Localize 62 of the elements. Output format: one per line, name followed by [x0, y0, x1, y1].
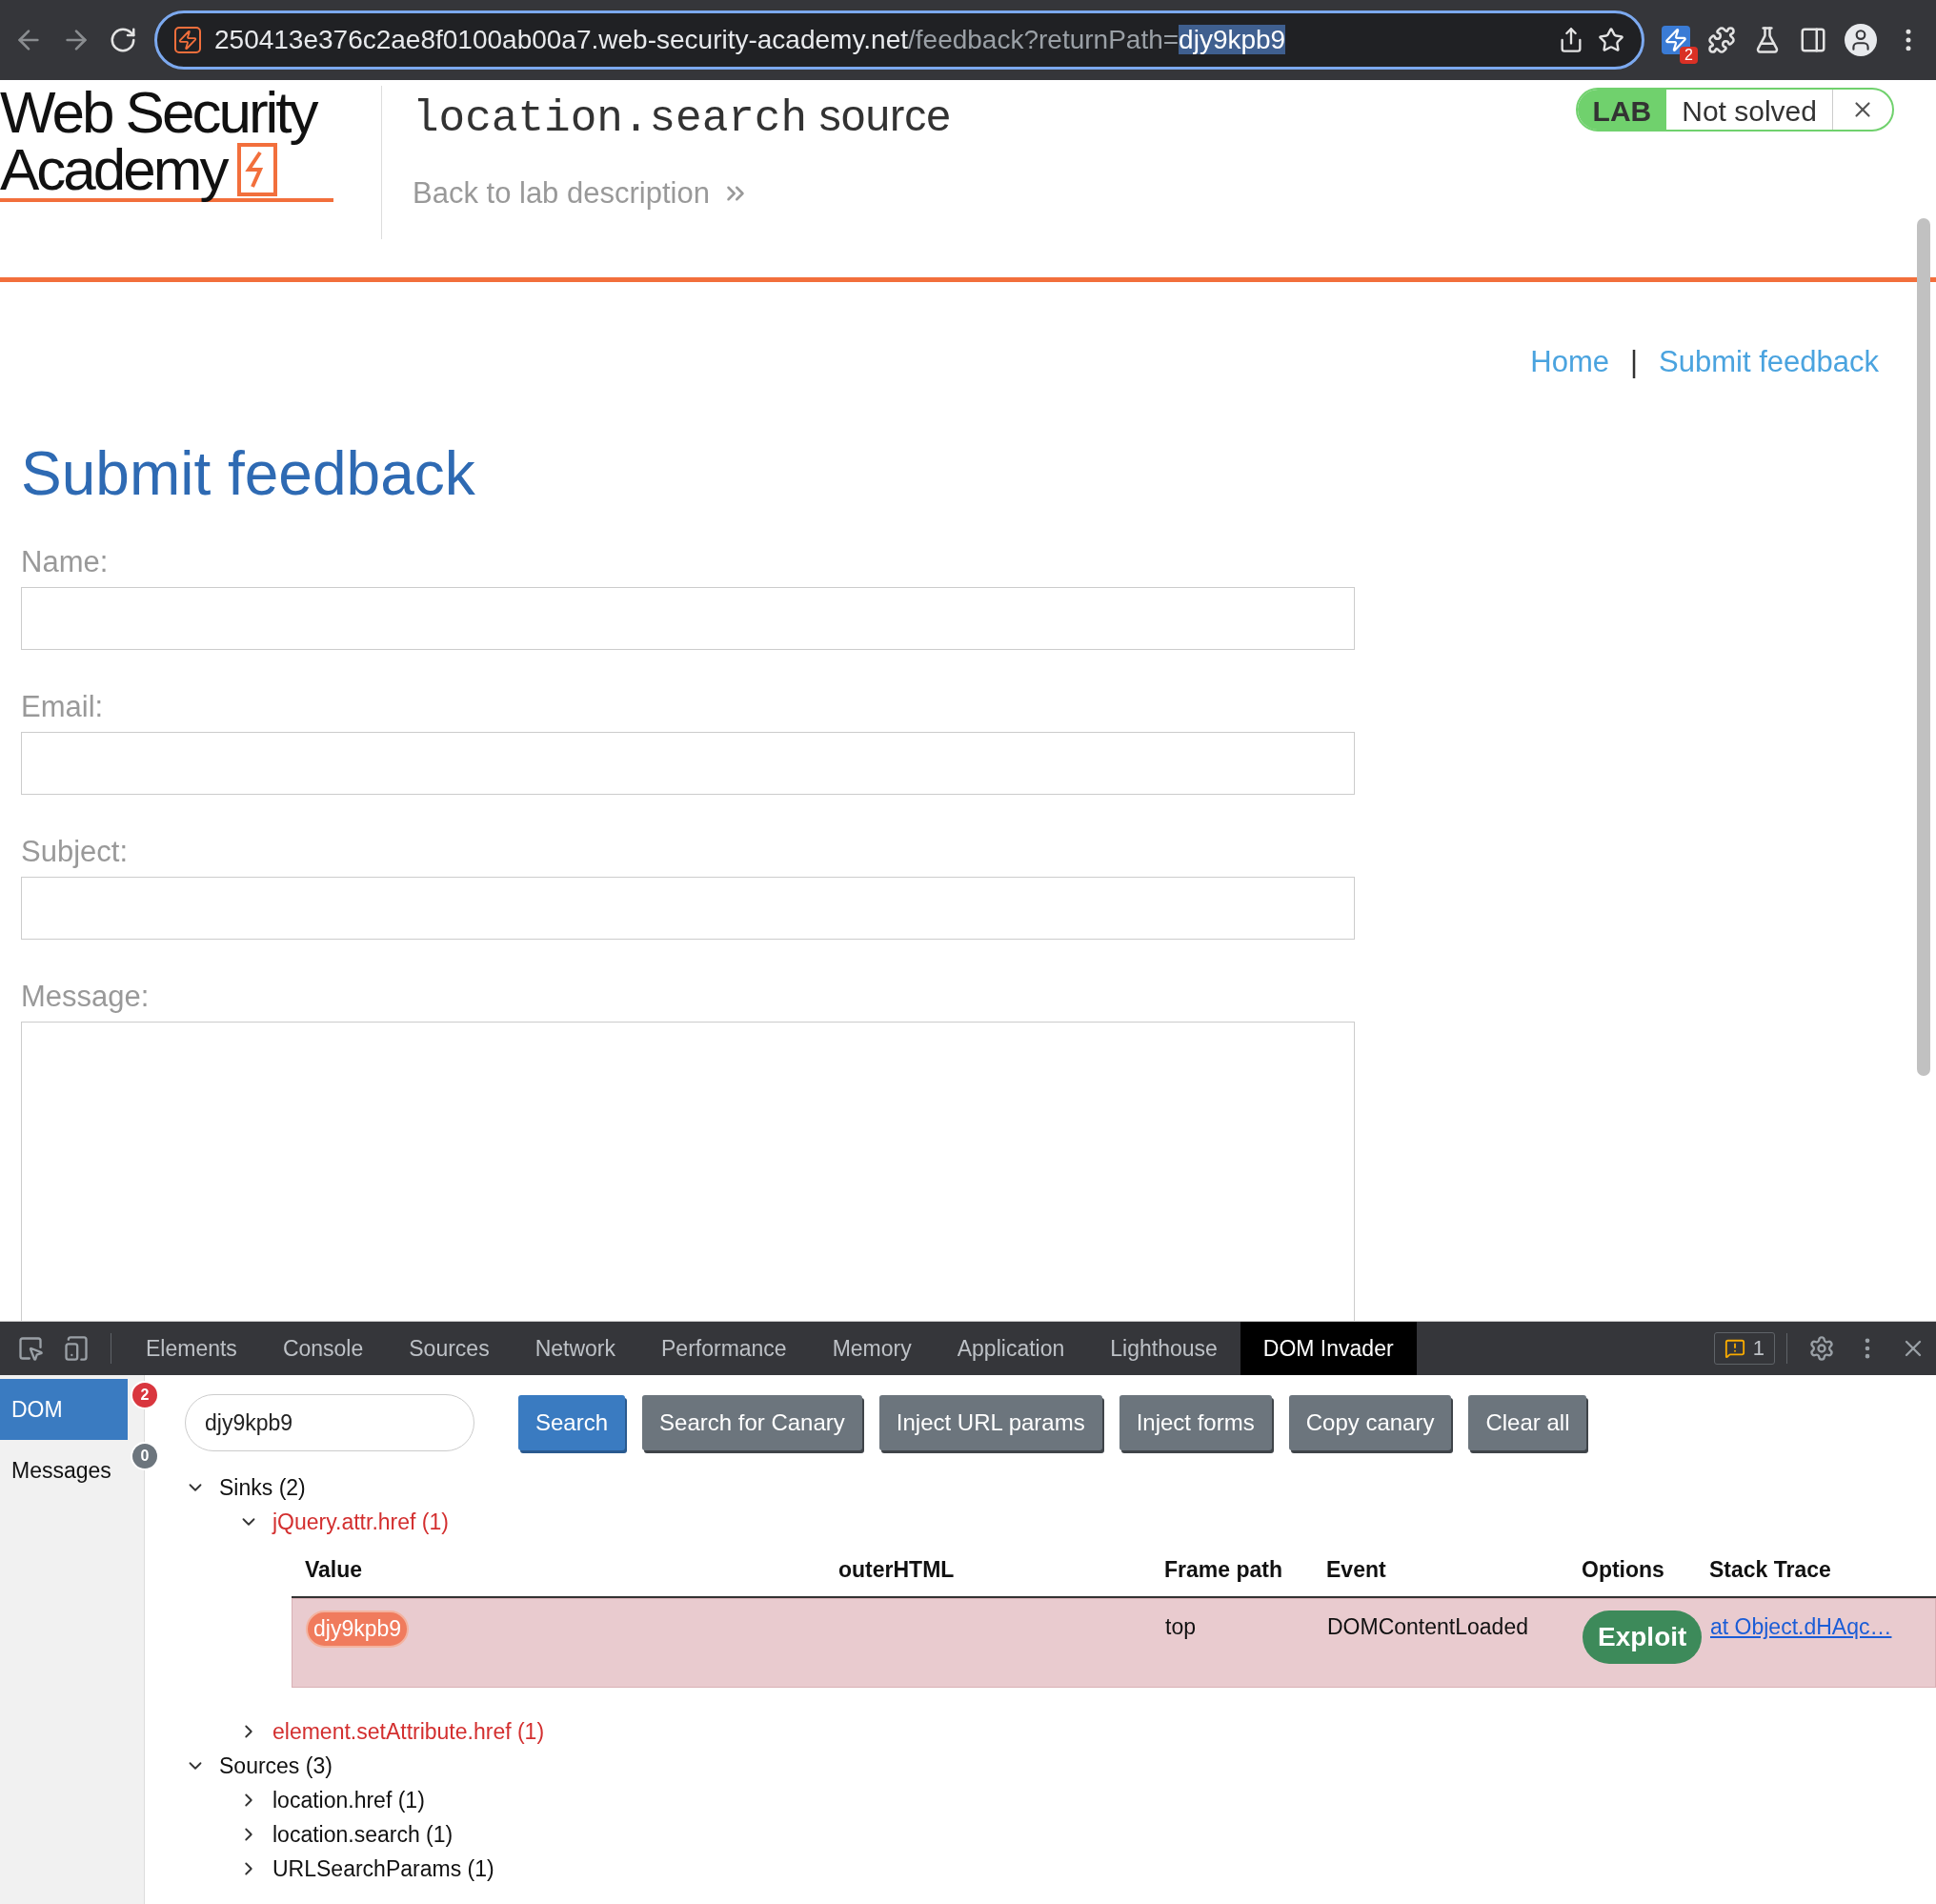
devtools-tab[interactable]: Lighthouse — [1087, 1322, 1240, 1375]
count-badge: 2 — [131, 1381, 159, 1409]
column-header: Stack Trace — [1709, 1556, 1832, 1583]
url-text: 250413e376c2ae8f0100ab00a7.web-security-academy.net/feedback?returnPath=djy9kpb9 — [214, 25, 1287, 55]
toolbar-button[interactable]: Search — [518, 1395, 626, 1450]
canary-value: djy9kpb9 — [306, 1610, 410, 1648]
tree-item[interactable]: URLSearchParams (1) — [272, 1855, 494, 1882]
devtools-tab[interactable]: Performance — [638, 1322, 810, 1375]
field-label: Email: — [21, 690, 105, 724]
count-badge: 0 — [131, 1442, 159, 1470]
warning-icon — [1724, 1338, 1745, 1359]
address-bar[interactable]: 250413e376c2ae8f0100ab00a7.web-security-academy.net/feedback?returnPath=djy9kpb9 — [154, 10, 1644, 70]
lab-title: location.search source — [413, 90, 952, 144]
stack-trace-link[interactable]: at Object.dHAqc… — [1710, 1610, 1935, 1687]
toolbar-button[interactable]: Copy canary — [1288, 1395, 1452, 1450]
search-field[interactable]: djy9kpb9 — [185, 1394, 474, 1451]
tree-item[interactable]: element.setAttribute.href (1) — [272, 1718, 545, 1745]
toolbar-button[interactable]: Inject URL params — [878, 1395, 1102, 1450]
lightning-icon — [174, 27, 201, 53]
devtools-tab[interactable]: DOM Invader — [1240, 1322, 1417, 1375]
tree-item[interactable]: location.href (1) — [272, 1787, 425, 1813]
toolbar-button[interactable]: Clear all — [1468, 1395, 1587, 1450]
devtools-tab[interactable]: Network — [512, 1322, 638, 1375]
nav-separator: | — [1630, 345, 1639, 379]
input-field[interactable] — [21, 877, 1355, 940]
tree-item[interactable]: Sinks (2) — [219, 1474, 306, 1501]
table-cell-text: DOMContentLoaded — [1327, 1613, 1529, 1641]
field-label: Message: — [21, 980, 151, 1014]
issues-button[interactable]: 1 — [1713, 1332, 1775, 1365]
field-label: Name: — [21, 545, 110, 579]
devtools-tab[interactable]: Application — [934, 1322, 1088, 1375]
field-label: Subject: — [21, 835, 129, 869]
exploit-button[interactable]: Exploit — [1583, 1610, 1703, 1664]
message-field[interactable] — [21, 1022, 1355, 1321]
column-header: Frame path — [1164, 1556, 1283, 1583]
input-field[interactable] — [21, 587, 1355, 650]
tree-item[interactable]: location.search (1) — [272, 1821, 454, 1848]
profile-icon[interactable] — [1845, 24, 1877, 56]
tree-item[interactable]: jQuery.attr.href (1) — [272, 1509, 449, 1535]
side-panel-icon[interactable] — [1799, 26, 1827, 54]
sidebar-tab[interactable]: DOM — [0, 1379, 128, 1440]
star-icon[interactable] — [1598, 27, 1624, 53]
column-header: Options — [1582, 1556, 1665, 1583]
extension-badge: 2 — [1680, 47, 1698, 64]
page-heading: Submit feedback — [21, 438, 476, 509]
devtools-tab[interactable]: Console — [259, 1322, 387, 1375]
tree-item[interactable]: Sources (3) — [219, 1752, 333, 1779]
table-cell-text: top — [1165, 1613, 1197, 1641]
column-header: outerHTML — [838, 1556, 956, 1583]
column-header: Value — [305, 1556, 364, 1583]
scrollbar[interactable] — [1917, 218, 1930, 1076]
input-field[interactable] — [21, 732, 1355, 795]
devtools-tab[interactable]: Elements — [123, 1322, 260, 1375]
lab-status: LAB Not solved — [1575, 88, 1894, 132]
reload-icon[interactable] — [109, 26, 137, 54]
devtools-tab[interactable]: Memory — [809, 1322, 935, 1375]
puzzle-icon[interactable] — [1707, 26, 1736, 54]
devtools-tab[interactable]: Sources — [386, 1322, 513, 1375]
toolbar-button[interactable]: Search for Canary — [642, 1395, 862, 1450]
toolbar-button[interactable]: Inject forms — [1119, 1395, 1272, 1450]
column-header: Event — [1326, 1556, 1387, 1583]
sidebar-tab[interactable]: Messages — [0, 1440, 128, 1501]
